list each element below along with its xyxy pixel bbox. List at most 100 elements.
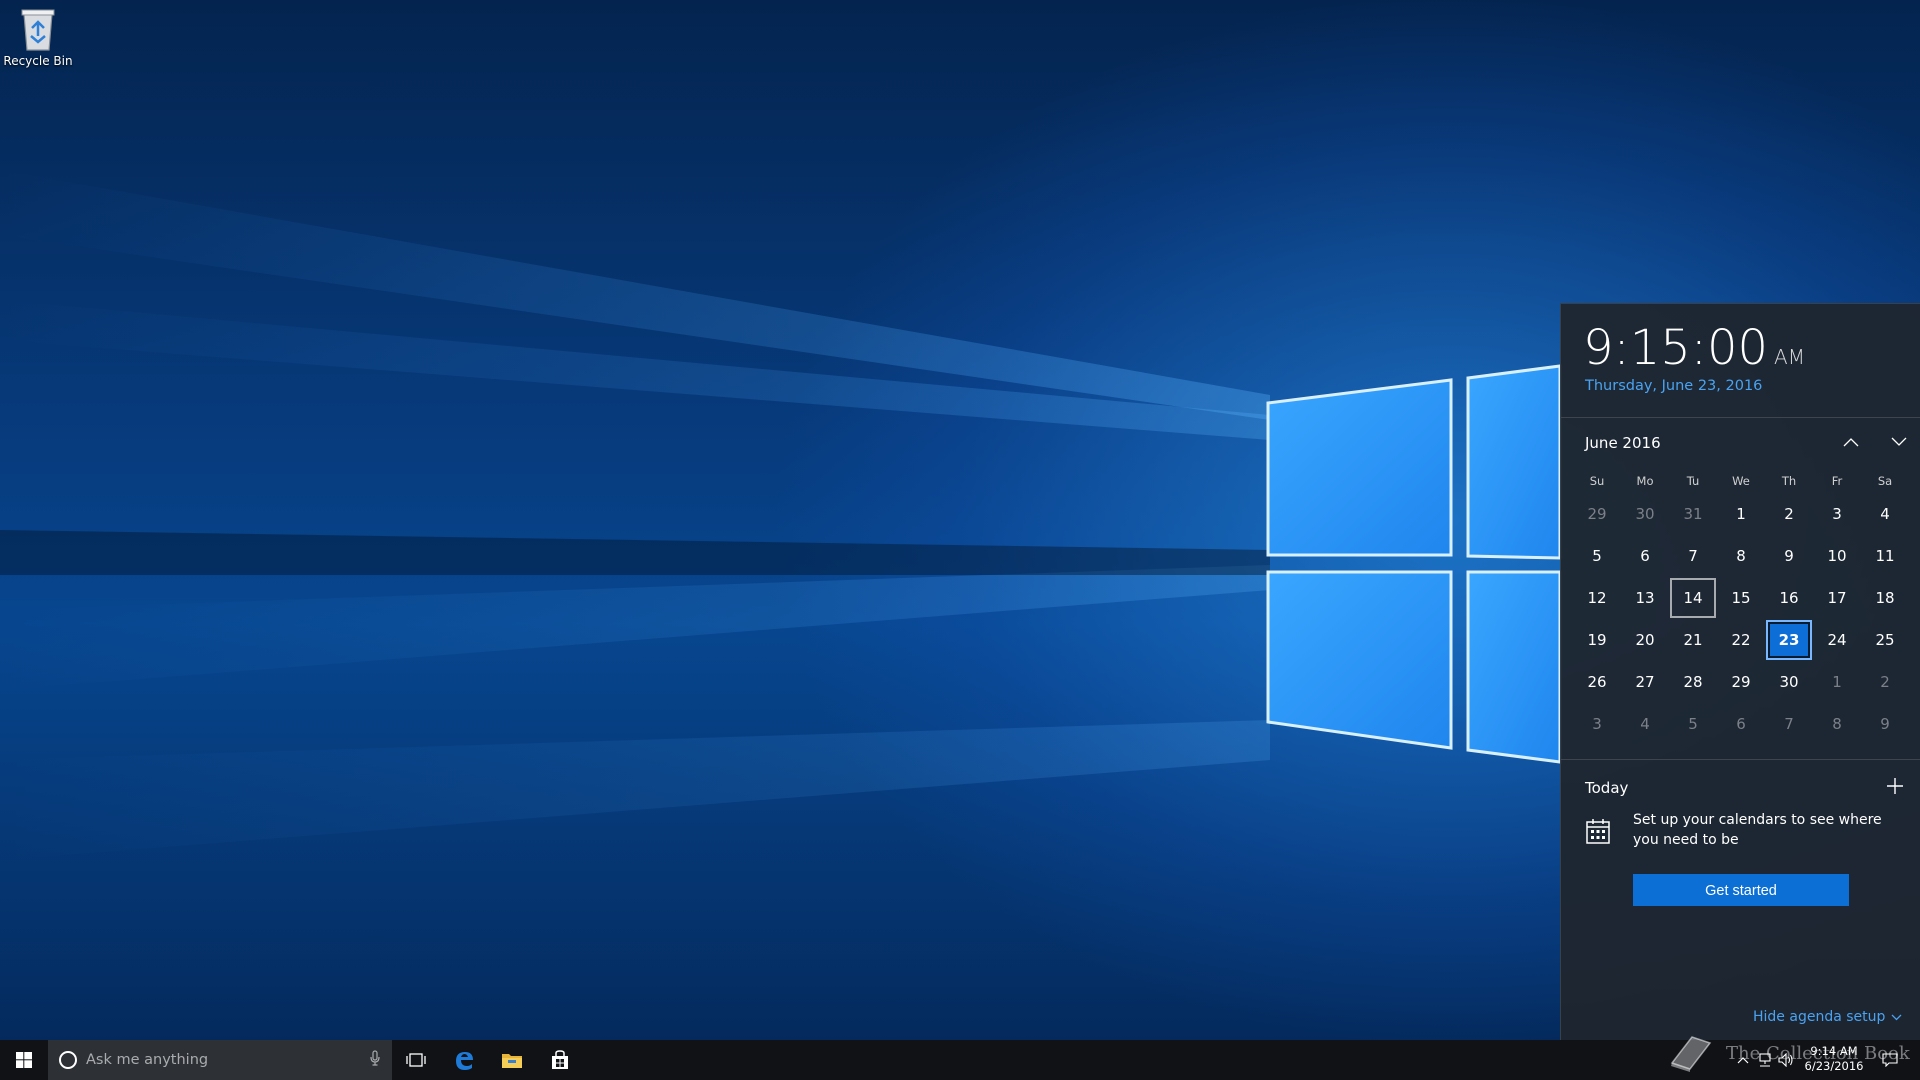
calendar-day[interactable]: 31 — [1669, 493, 1717, 535]
calendar-day[interactable]: 28 — [1669, 661, 1717, 703]
calendar-day-number: 1 — [1736, 505, 1746, 523]
calendar-day[interactable]: 11 — [1861, 535, 1909, 577]
calendar-day-number: 30 — [1635, 505, 1655, 523]
store-button[interactable] — [536, 1040, 584, 1080]
calendar-day-number: 31 — [1683, 505, 1703, 523]
calendar-day-number: 7 — [1688, 547, 1698, 565]
calendar-day[interactable]: 19 — [1573, 619, 1621, 661]
calendar-day-selected[interactable]: 14 — [1669, 577, 1717, 619]
clock-calendar-flyout: 9:15:00 AM Thursday, June 23, 2016 June 2… — [1560, 303, 1920, 1040]
task-view-icon — [406, 1053, 426, 1067]
calendar-day[interactable]: 10 — [1813, 535, 1861, 577]
file-explorer-button[interactable] — [488, 1040, 536, 1080]
weekday-label: Su — [1589, 474, 1605, 488]
calendar-day[interactable]: 4 — [1621, 703, 1669, 745]
calendar-day[interactable]: 9 — [1861, 703, 1909, 745]
calendar-day[interactable]: 6 — [1717, 703, 1765, 745]
long-date-link[interactable]: Thursday, June 23, 2016 — [1585, 378, 1762, 394]
volume-button[interactable] — [1776, 1040, 1796, 1080]
calendar-day[interactable]: 8 — [1717, 535, 1765, 577]
calendar-day[interactable]: 17 — [1813, 577, 1861, 619]
edge-icon — [456, 1052, 473, 1070]
calendar-day-number: 3 — [1832, 505, 1842, 523]
taskbar-clock[interactable]: 9:14 AM 6/23/2016 — [1794, 1044, 1874, 1074]
calendar-day-number: 17 — [1827, 589, 1847, 607]
agenda-today-label: Today — [1585, 779, 1629, 797]
calendar-day-number: 2 — [1784, 505, 1794, 523]
calendar-day-number: 5 — [1592, 547, 1602, 565]
calendar-day[interactable]: 9 — [1765, 535, 1813, 577]
calendar-week-row: 3 4 5 6 7 8 9 — [1573, 703, 1909, 745]
show-hidden-icons-button[interactable] — [1732, 1040, 1754, 1080]
calendar-day[interactable]: 25 — [1861, 619, 1909, 661]
calendar-day[interactable]: 26 — [1573, 661, 1621, 703]
calendar-day[interactable]: 5 — [1669, 703, 1717, 745]
calendar-day[interactable]: 30 — [1765, 661, 1813, 703]
calendar-day[interactable]: 3 — [1813, 493, 1861, 535]
calendar-day[interactable]: 2 — [1765, 493, 1813, 535]
calendar-day[interactable]: 1 — [1717, 493, 1765, 535]
get-started-button[interactable]: Get started — [1633, 874, 1849, 906]
divider — [1561, 417, 1920, 418]
calendar-icon — [1585, 817, 1613, 845]
plus-icon — [1887, 778, 1903, 794]
edge-button[interactable] — [440, 1040, 488, 1080]
calendar-week-row: 29 30 31 1 2 3 4 — [1573, 493, 1909, 535]
action-center-button[interactable] — [1872, 1040, 1908, 1080]
next-month-button[interactable] — [1883, 426, 1915, 458]
calendar-day-today[interactable]: 23 — [1765, 619, 1813, 661]
task-view-button[interactable] — [392, 1040, 440, 1080]
recycle-bin-shortcut[interactable]: Recycle Bin — [2, 6, 74, 68]
calendar-day[interactable]: 2 — [1861, 661, 1909, 703]
cortana-search-box[interactable]: Ask me anything — [48, 1040, 392, 1080]
calendar-day[interactable]: 7 — [1669, 535, 1717, 577]
taskbar: Ask me anything 9:14 AM 6/23/2016 — [0, 1040, 1920, 1080]
action-center-icon — [1882, 1053, 1898, 1067]
calendar-day[interactable]: 21 — [1669, 619, 1717, 661]
calendar-day-number: 28 — [1683, 673, 1703, 691]
windows-logo-icon — [16, 1052, 32, 1068]
calendar-day-number: 6 — [1640, 547, 1650, 565]
calendar-day[interactable]: 16 — [1765, 577, 1813, 619]
calendar-week-row: 5 6 7 8 9 10 11 — [1573, 535, 1909, 577]
calendar-day-number: 19 — [1587, 631, 1607, 649]
previous-month-button[interactable] — [1835, 426, 1867, 458]
calendar-day[interactable]: 4 — [1861, 493, 1909, 535]
calendar-day-number: 9 — [1880, 715, 1890, 733]
calendar-day[interactable]: 5 — [1573, 535, 1621, 577]
clock-time: 9:15:00 — [1583, 320, 1769, 376]
weekday-label: Fr — [1831, 474, 1843, 488]
calendar-day[interactable]: 15 — [1717, 577, 1765, 619]
calendar-day[interactable]: 27 — [1621, 661, 1669, 703]
calendar-day[interactable]: 8 — [1813, 703, 1861, 745]
calendar-day[interactable]: 22 — [1717, 619, 1765, 661]
weekday-label: Mo — [1636, 474, 1654, 488]
calendar-day[interactable]: 18 — [1861, 577, 1909, 619]
month-label[interactable]: June 2016 — [1585, 434, 1661, 452]
large-clock: 9:15:00 AM — [1583, 320, 1805, 376]
volume-icon — [1778, 1053, 1793, 1067]
calendar-day[interactable]: 29 — [1717, 661, 1765, 703]
calendar-day-number: 23 — [1778, 631, 1800, 649]
add-event-button[interactable] — [1883, 774, 1907, 798]
calendar-day[interactable]: 1 — [1813, 661, 1861, 703]
calendar-day-number: 11 — [1875, 547, 1895, 565]
calendar-day[interactable]: 6 — [1621, 535, 1669, 577]
calendar-day[interactable]: 30 — [1621, 493, 1669, 535]
network-button[interactable] — [1754, 1040, 1776, 1080]
calendar-day-number: 15 — [1731, 589, 1751, 607]
taskbar-time: 9:14 AM — [1810, 1044, 1858, 1058]
calendar-day[interactable]: 29 — [1573, 493, 1621, 535]
calendar-day[interactable]: 13 — [1621, 577, 1669, 619]
calendar-day[interactable]: 24 — [1813, 619, 1861, 661]
calendar-day[interactable]: 7 — [1765, 703, 1813, 745]
calendar-grid: Su Mo Tu We Th Fr Sa 29 30 31 1 2 3 4 5 6 7 8 9 10 11 12 13 14… — [1573, 469, 1909, 745]
microphone-icon[interactable] — [370, 1050, 380, 1070]
start-button[interactable] — [0, 1040, 48, 1080]
calendar-day[interactable]: 20 — [1621, 619, 1669, 661]
hide-agenda-setup-link[interactable]: Hide agenda setup — [1753, 1009, 1902, 1025]
calendar-day-number: 7 — [1784, 715, 1794, 733]
calendar-day[interactable]: 12 — [1573, 577, 1621, 619]
calendar-day[interactable]: 3 — [1573, 703, 1621, 745]
clock-ampm: AM — [1774, 345, 1805, 369]
